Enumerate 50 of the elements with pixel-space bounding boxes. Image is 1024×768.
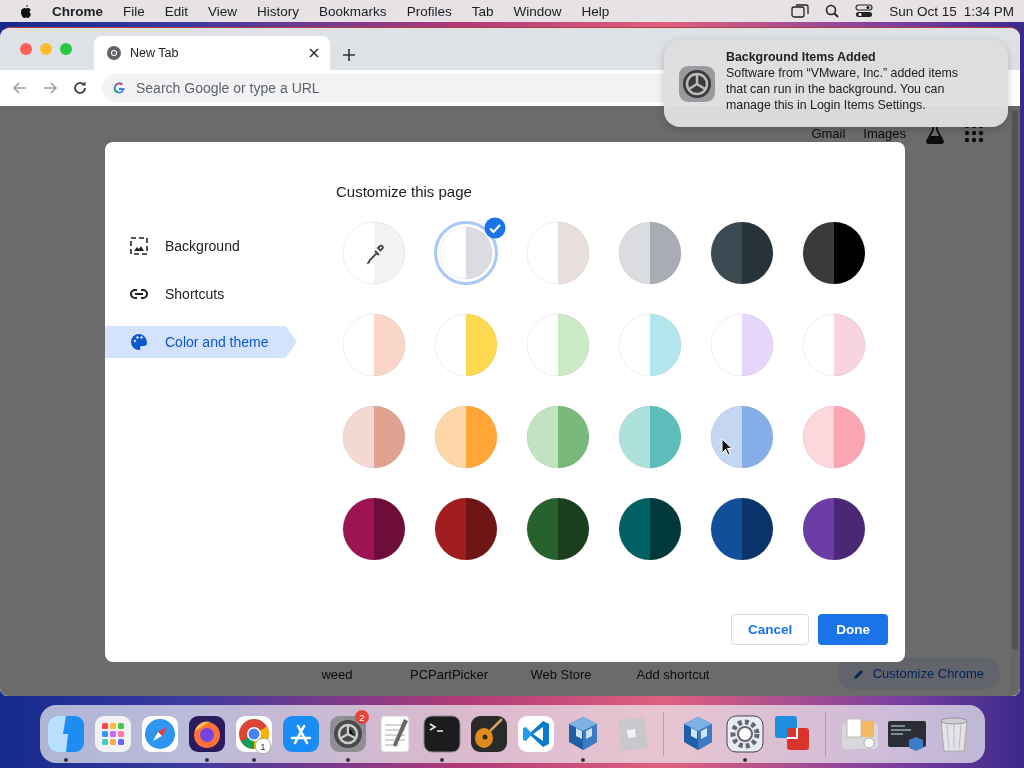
close-icon[interactable] — [308, 47, 320, 59]
notification-count: 1 — [255, 738, 271, 754]
dialog-title: Customize this page — [336, 183, 473, 200]
header-link[interactable]: Images — [863, 125, 906, 141]
menu-item[interactable]: History — [257, 3, 300, 19]
check-badge-icon — [484, 217, 506, 239]
plus-icon[interactable] — [342, 48, 356, 62]
menu-item[interactable]: Window — [513, 3, 562, 19]
forward-icon[interactable] — [42, 80, 58, 96]
palette-icon — [129, 332, 149, 352]
notification-count: 2 — [355, 710, 369, 724]
menu-item[interactable]: Tab — [471, 3, 494, 19]
windows-icon[interactable] — [791, 4, 810, 18]
back-icon[interactable] — [12, 80, 28, 96]
cancel-button[interactable]: Cancel — [730, 614, 810, 645]
pencil-icon — [852, 667, 865, 680]
menu-item[interactable]: Edit — [164, 3, 189, 19]
menu-item[interactable]: View — [208, 3, 238, 19]
done-button[interactable]: Done — [818, 614, 888, 645]
shortcut-label[interactable]: weed — [281, 667, 393, 682]
apple-icon[interactable] — [18, 3, 32, 19]
shortcut-label[interactable]: Web Store — [505, 667, 617, 682]
sidebar-item[interactable]: Shortcuts — [105, 278, 297, 310]
time-text[interactable]: 1:34 PM — [963, 3, 1014, 19]
reload-icon[interactable] — [72, 80, 88, 96]
sidebar-item[interactable]: Background — [105, 230, 297, 262]
menu-item[interactable]: Bookmarks — [319, 3, 387, 19]
menu-item[interactable]: Profiles — [406, 3, 452, 19]
shortcut-label[interactable]: PCPartPicker — [393, 667, 505, 682]
color-picker-swatch[interactable] — [342, 221, 406, 285]
header-link[interactable]: Gmail — [811, 125, 846, 141]
terminal-icon[interactable] — [420, 713, 463, 755]
cursor-icon — [721, 438, 733, 456]
gear-icon — [678, 64, 716, 103]
close-window-button[interactable] — [20, 43, 32, 55]
menu-item[interactable]: File — [123, 3, 145, 19]
gear-icon[interactable] — [723, 713, 766, 755]
browser-tab[interactable]: New Tab — [94, 36, 330, 70]
scroll-bar[interactable] — [1010, 106, 1020, 696]
color-swatch[interactable] — [434, 221, 498, 285]
search-icon[interactable] — [825, 4, 840, 18]
sidebar-item[interactable]: Color and theme — [105, 326, 297, 358]
notification-title: Background Items Added — [726, 48, 877, 65]
menu-item[interactable]: Help — [581, 3, 610, 19]
date-text[interactable]: Sun Oct 15 — [889, 3, 957, 19]
image-frame-icon — [129, 236, 149, 256]
app-menu[interactable]: Chrome — [52, 3, 103, 19]
toggles-icon[interactable] — [855, 4, 874, 18]
shortcut-label[interactable]: Add shortcut — [617, 667, 729, 682]
notification-toast[interactable]: Background Items Added Software from “VMware, Inc.” added items that can run in the background. You can manage this in Login Items Settings. — [664, 40, 1008, 127]
